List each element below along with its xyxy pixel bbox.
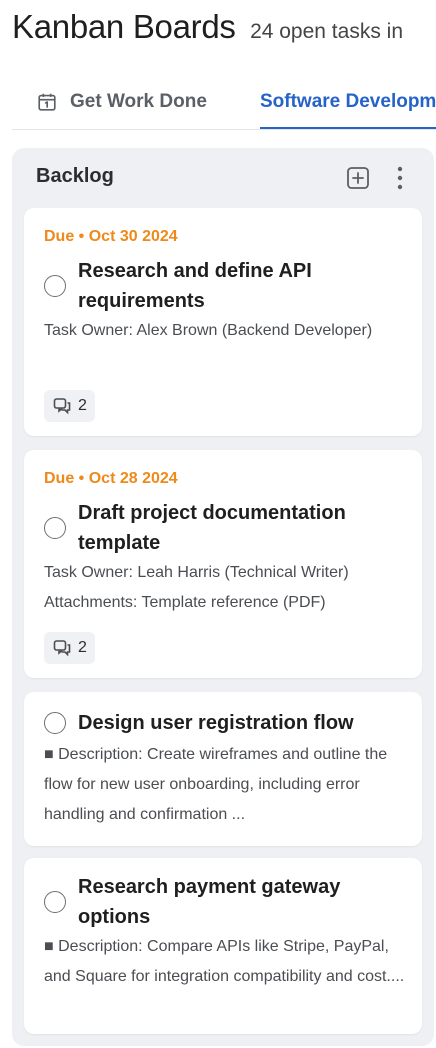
task-title-row: Design user registration flow xyxy=(44,708,398,738)
complete-checkbox[interactable] xyxy=(44,517,66,539)
task-title-row: Research payment gateway options xyxy=(44,872,398,932)
task-card[interactable]: Research payment gateway options ■ Descr… xyxy=(24,858,422,1034)
page-header: Kanban Boards 24 open tasks in xyxy=(12,8,436,52)
task-attachments: Attachments: Template reference (PDF) xyxy=(44,594,326,611)
complete-checkbox[interactable] xyxy=(44,275,66,297)
add-task-button[interactable] xyxy=(346,166,370,190)
comment-count: 2 xyxy=(78,397,87,414)
tab-get-work-done[interactable]: Get Work Done xyxy=(36,74,207,129)
calendar-icon xyxy=(38,93,56,111)
open-task-count: 24 open tasks in xyxy=(250,20,403,43)
due-date: Due • Oct 30 2024 xyxy=(44,228,178,245)
task-title: Design user registration flow xyxy=(78,712,354,734)
tab-label: Get Work Done xyxy=(70,91,207,112)
task-card[interactable]: Design user registration flow ■ Descript… xyxy=(24,692,422,846)
comment-badge[interactable]: 2 xyxy=(44,390,95,422)
due-date: Due • Oct 28 2024 xyxy=(44,470,178,487)
backlog-column: Backlog Due • Oct 30 2024 Research and d… xyxy=(12,148,434,1046)
comment-icon xyxy=(53,640,71,657)
tab-label: Software Development xyxy=(260,91,436,112)
task-card[interactable]: Due • Oct 28 2024 Draft project document… xyxy=(24,450,422,678)
column-title: Backlog xyxy=(36,165,114,187)
page-title: Kanban Boards xyxy=(12,8,236,45)
comment-icon xyxy=(53,398,71,415)
task-description: ■ Description: Create wireframes and out… xyxy=(44,746,388,823)
task-title: Draft project documentation template xyxy=(78,502,346,554)
task-owner: Task Owner: Alex Brown (Backend Develope… xyxy=(44,322,373,339)
active-tab-indicator xyxy=(260,127,436,129)
task-title-row: Research and define API requirements xyxy=(44,256,398,316)
task-title: Research payment gateway options xyxy=(78,876,341,928)
task-owner: Task Owner: Leah Harris (Technical Write… xyxy=(44,564,349,581)
comment-count: 2 xyxy=(78,639,87,656)
column-header: Backlog xyxy=(12,148,434,206)
kanban-page: Kanban Boards 24 open tasks in Get Work … xyxy=(0,0,436,1048)
comment-badge[interactable]: 2 xyxy=(44,632,95,664)
more-options-button[interactable] xyxy=(394,164,406,192)
task-description: ■ Description: Compare APIs like Stripe,… xyxy=(44,938,405,985)
task-title: Research and define API requirements xyxy=(78,260,312,312)
task-card[interactable]: Due • Oct 30 2024 Research and define AP… xyxy=(24,208,422,436)
board-tabs: Get Work Done Software Development xyxy=(12,74,436,130)
complete-checkbox[interactable] xyxy=(44,712,66,734)
task-title-row: Draft project documentation template xyxy=(44,498,398,558)
tab-software-development[interactable]: Software Development xyxy=(260,74,436,129)
complete-checkbox[interactable] xyxy=(44,891,66,913)
